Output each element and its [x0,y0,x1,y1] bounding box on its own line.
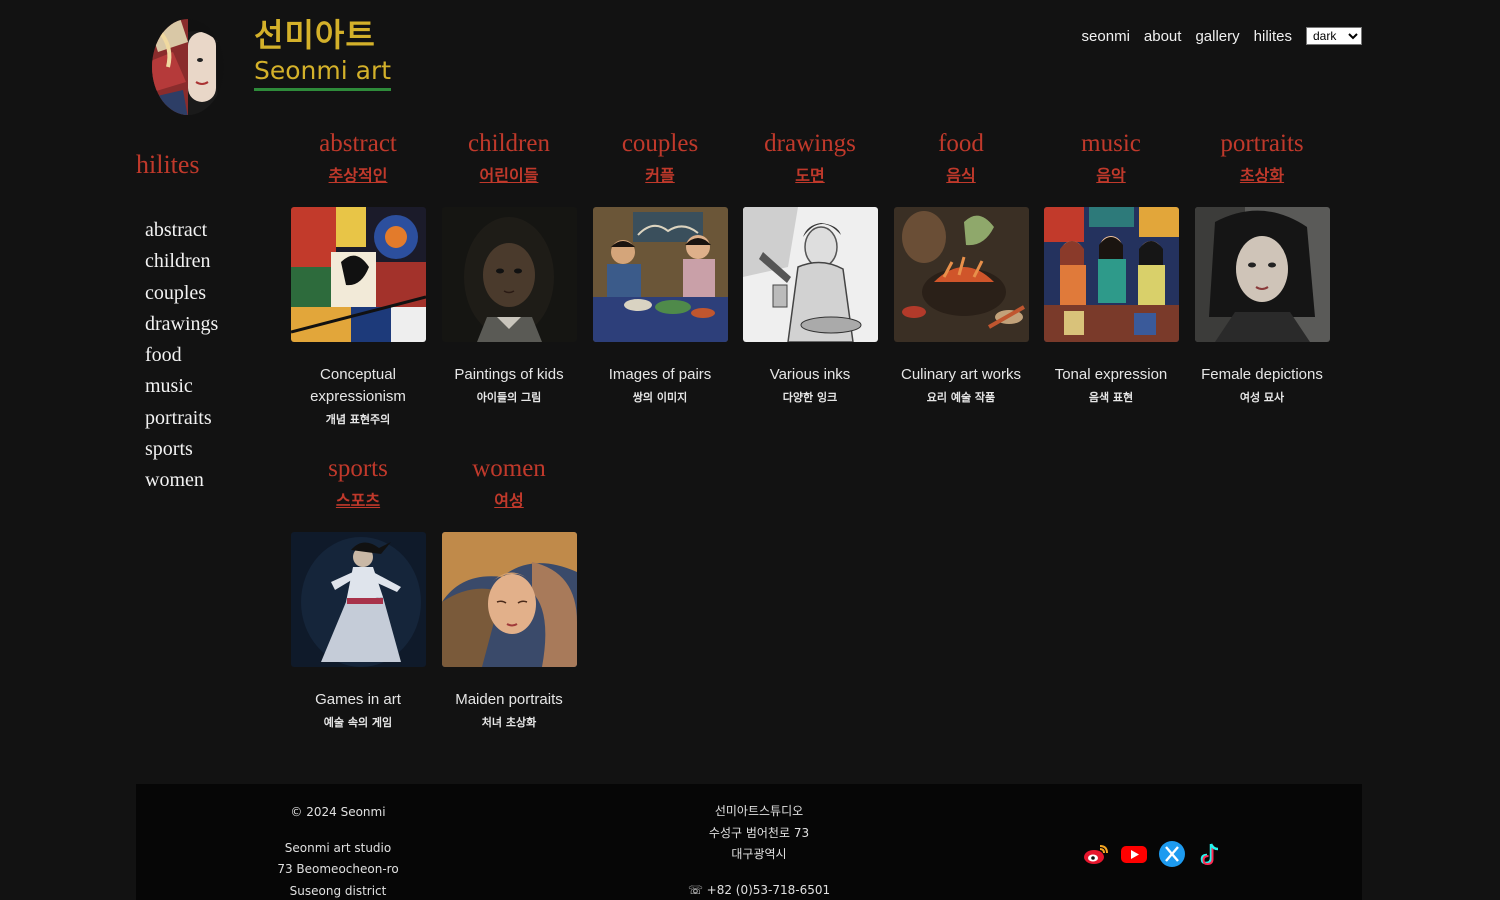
sidebar-item-drawings[interactable]: drawings [145,309,218,340]
category-korean-link[interactable]: 어린이들 [480,162,539,186]
theme-select[interactable]: dark [1306,27,1362,45]
tiktok-icon[interactable] [1196,840,1224,868]
thumbnail-children[interactable] [441,207,577,342]
gallery-card-children: children 어린이들 Paintings of kids 아이들의 그림 [434,130,584,405]
category-korean-link[interactable]: 초상화 [1240,162,1284,186]
nav-link-seonmi[interactable]: seonmi [1082,28,1130,45]
gallery-card-food: food 음식 Culinary art works 요리 예술 작품 [886,130,1036,405]
category-description-korean: 예술 속의 게임 [323,716,393,729]
category-description: Culinary art works [900,366,1022,383]
studio-name: Seonmi art studio [284,840,392,855]
gallery-card-abstract: abstract 추상적인 Conceptual expressionism 개… [283,130,433,427]
category-title[interactable]: children [434,130,584,158]
sidebar-item-women[interactable]: women [145,465,218,496]
youtube-icon[interactable] [1120,840,1148,868]
category-description-korean: 다양한 잉크 [782,391,838,404]
thumbnail-sports[interactable] [290,532,426,667]
nav-link-hilites[interactable]: hilites [1254,28,1292,45]
gallery-card-couples: couples 커플 Images of pairs 쌍의 이미지 [585,130,735,405]
category-description-korean: 개념 표현주의 [325,413,391,426]
category-description: Games in art [315,691,401,708]
district: Suseong district [289,883,387,898]
category-title[interactable]: sports [283,455,433,483]
category-description: Tonal expression [1054,366,1168,383]
sidebar-item-music[interactable]: music [145,371,218,402]
category-description-korean: 요리 예술 작품 [926,391,996,404]
category-title[interactable]: couples [585,130,735,158]
category-description: Female depictions [1201,366,1323,383]
footer-address-english: © 2024 Seonmi Seonmi art studio 73 Beome… [263,802,413,900]
thumbnail-drawings[interactable] [742,207,878,342]
category-korean-link[interactable]: 도면 [795,162,824,186]
category-description: Various inks [769,366,851,383]
city-korean: 대구광역시 [731,847,787,861]
category-title[interactable]: music [1036,130,1186,158]
category-korean-link[interactable]: 음식 [946,162,975,186]
brand-name-english[interactable]: Seonmi art [254,56,392,91]
category-korean-link[interactable]: 스포츠 [336,487,380,511]
thumbnail-portraits[interactable] [1194,207,1330,342]
footer: © 2024 Seonmi Seonmi art studio 73 Beome… [136,784,1362,900]
category-description-korean: 음색 표현 [1088,391,1134,404]
category-title[interactable]: women [434,455,584,483]
thumbnail-abstract[interactable] [290,207,426,342]
gallery-card-drawings: drawings 도면 Various inks 다양한 잉크 [735,130,885,405]
sidebar-item-children[interactable]: children [145,246,218,277]
nav-link-gallery[interactable]: gallery [1195,28,1239,45]
studio-name-korean: 선미아트스튜디오 [714,804,804,818]
category-description: Conceptual expressionism [310,366,406,405]
category-korean-link[interactable]: 음악 [1096,162,1125,186]
sidebar-title: hilites [136,150,200,179]
copyright-text: © 2024 Seonmi [290,805,386,819]
sidebar-list: abstract children couples drawings food … [145,215,218,497]
phone-number[interactable]: ☏ +82 (0)53-718-6501 [684,880,834,900]
category-title[interactable]: drawings [735,130,885,158]
social-links [1082,840,1224,868]
footer-address-korean: 선미아트스튜디오 수성구 범어천로 73 대구광역시 ☏ +82 (0)53-7… [684,801,834,900]
category-description: Images of pairs [608,366,712,383]
thumbnail-couples[interactable] [592,207,728,342]
category-description: Maiden portraits [455,691,563,708]
thumbnail-music[interactable] [1043,207,1179,342]
sidebar-item-food[interactable]: food [145,340,218,371]
sidebar-item-portraits[interactable]: portraits [145,403,218,434]
sidebar-item-sports[interactable]: sports [145,434,218,465]
category-title[interactable]: food [886,130,1036,158]
gallery-card-sports: sports 스포츠 Games in art 예술 속의 게임 [283,455,433,730]
category-description-korean: 아이들의 그림 [476,391,542,404]
weibo-icon[interactable] [1082,840,1110,868]
street-address: 73 Beomeocheon-ro [277,862,399,876]
gallery-card-portraits: portraits 초상화 Female depictions 여성 묘사 [1187,130,1337,405]
category-title[interactable]: abstract [283,130,433,158]
category-description-korean: 여성 묘사 [1239,391,1285,404]
nav-link-about[interactable]: about [1144,28,1182,45]
page: 선미아트 Seonmi art seonmi about gallery hil… [0,0,1500,900]
category-korean-link[interactable]: 커플 [645,162,674,186]
logo-portrait-image[interactable] [148,12,228,118]
category-description-korean: 처녀 초상화 [481,716,537,729]
gallery-card-music: music 음악 Tonal expression 음색 표현 [1036,130,1186,405]
category-korean-link[interactable]: 여성 [494,487,523,511]
sidebar-item-couples[interactable]: couples [145,278,218,309]
thumbnail-women[interactable] [441,532,577,667]
gallery-card-women: women 여성 Maiden portraits 처녀 초상화 [434,455,584,730]
street-address-korean: 수성구 범어천로 73 [708,825,810,840]
category-korean-link[interactable]: 추상적인 [329,162,388,186]
category-description-korean: 쌍의 이미지 [632,391,688,404]
sidebar-item-abstract[interactable]: abstract [145,215,218,246]
thumbnail-food[interactable] [893,207,1029,342]
category-title[interactable]: portraits [1187,130,1337,158]
brand-name-korean[interactable]: 선미아트 [254,10,376,56]
x-icon[interactable] [1158,840,1186,868]
category-description: Paintings of kids [454,366,564,383]
top-navigation: seonmi about gallery hilites dark [1082,27,1362,45]
